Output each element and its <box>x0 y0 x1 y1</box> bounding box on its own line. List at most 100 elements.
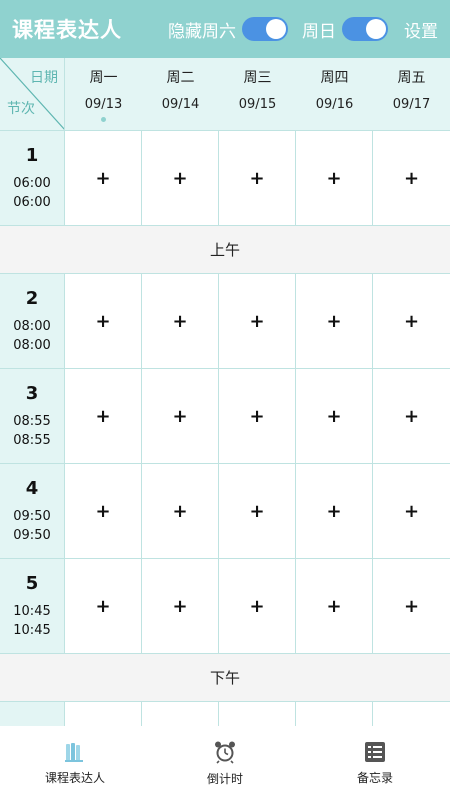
app-title: 课程表达人 <box>12 18 122 42</box>
add-icon: + <box>95 310 111 332</box>
add-course-cell[interactable]: + <box>219 131 296 225</box>
today-indicator <box>101 117 106 122</box>
add-icon: + <box>403 405 420 427</box>
add-course-cell[interactable]: + <box>373 464 450 558</box>
settings-button[interactable]: 设置 <box>404 17 438 42</box>
day-header-wed: 周三 09/15 <box>219 58 296 130</box>
nav-label: 课程表达人 <box>44 770 105 785</box>
period-row-5: 5 10:45 10:45 + + + + + <box>0 559 450 654</box>
section-afternoon: 下午 <box>0 654 450 702</box>
toggle-knob <box>266 19 286 39</box>
day-name: 周二 <box>166 70 195 86</box>
period-row-6: 6 + + + + + <box>0 702 450 726</box>
add-course-cell[interactable]: + <box>373 131 450 225</box>
period-number: 4 <box>25 477 39 499</box>
add-icon: + <box>326 405 342 427</box>
corner-header: 日期 节次 <box>0 58 65 130</box>
add-course-cell[interactable]: + <box>65 559 142 653</box>
add-icon: + <box>326 310 342 332</box>
add-course-cell[interactable]: + <box>142 131 219 225</box>
nav-timetable[interactable]: 课程表达人 <box>15 741 135 786</box>
add-course-cell[interactable]: + <box>296 369 373 463</box>
timetable-grid: 日期 节次 周一 09/13 周二 09/14 周三 09/15 周四 09/1… <box>0 58 450 726</box>
add-icon: + <box>172 500 188 522</box>
day-header-mon: 周一 09/13 <box>65 58 142 130</box>
period-number: 2 <box>25 287 39 309</box>
add-icon: + <box>172 310 188 332</box>
period-row-2: 2 08:00 08:00 + + + + + <box>0 274 450 369</box>
memo-list-icon <box>365 741 385 762</box>
hide-saturday-toggle[interactable] <box>242 17 288 41</box>
add-course-cell[interactable]: + <box>65 274 142 368</box>
add-course-cell[interactable]: + <box>296 464 373 558</box>
add-course-cell[interactable]: + <box>219 559 296 653</box>
add-course-cell[interactable]: + <box>296 702 373 726</box>
add-course-cell[interactable]: + <box>373 702 450 726</box>
top-app-bar: 课程表达人 隐藏周六 周日 设置 <box>0 0 450 58</box>
add-icon: + <box>249 310 265 332</box>
add-icon: + <box>326 595 342 617</box>
add-icon: + <box>172 405 188 427</box>
add-course-cell[interactable]: + <box>142 464 219 558</box>
books-icon <box>65 742 83 762</box>
add-icon: + <box>249 405 265 427</box>
period-end-time: 09:50 <box>13 527 51 543</box>
sunday-toggle[interactable] <box>342 17 388 41</box>
period-label-cell: 6 <box>0 702 65 726</box>
add-icon: + <box>403 595 420 617</box>
period-end-time: 10:45 <box>13 622 51 638</box>
add-icon: + <box>95 405 111 427</box>
add-course-cell[interactable]: + <box>142 274 219 368</box>
add-icon: + <box>249 500 265 522</box>
period-label-cell: 3 08:55 08:55 <box>0 369 65 463</box>
period-end-time: 06:00 <box>13 194 51 210</box>
day-date: 09/13 <box>84 97 123 112</box>
day-header-thu: 周四 09/16 <box>296 58 373 130</box>
add-course-cell[interactable]: + <box>373 369 450 463</box>
add-course-cell[interactable]: + <box>219 369 296 463</box>
add-course-cell[interactable]: + <box>219 464 296 558</box>
nav-memo[interactable]: 备忘录 <box>315 741 435 786</box>
add-icon: + <box>249 167 265 189</box>
day-name: 周三 <box>243 70 272 86</box>
add-icon: + <box>403 500 420 522</box>
add-course-cell[interactable]: + <box>65 131 142 225</box>
add-icon: + <box>95 500 111 522</box>
add-course-cell[interactable]: + <box>142 702 219 726</box>
add-course-cell[interactable]: + <box>65 369 142 463</box>
add-course-cell[interactable]: + <box>296 131 373 225</box>
period-label-cell: 4 09:50 09:50 <box>0 464 65 558</box>
bottom-navigation: 课程表达人 倒计时 备忘录 <box>0 726 450 800</box>
add-icon: + <box>326 167 342 189</box>
period-axis-label: 节次 <box>7 101 35 117</box>
add-course-cell[interactable]: + <box>142 369 219 463</box>
day-name: 周一 <box>89 70 118 86</box>
add-course-cell[interactable]: + <box>142 559 219 653</box>
period-start-time: 06:00 <box>13 175 51 191</box>
add-course-cell[interactable]: + <box>65 702 142 726</box>
add-course-cell[interactable]: + <box>219 702 296 726</box>
period-label-cell: 1 06:00 06:00 <box>0 131 65 225</box>
add-course-cell[interactable]: + <box>373 559 450 653</box>
add-course-cell[interactable]: + <box>219 274 296 368</box>
day-date: 09/15 <box>238 97 277 112</box>
period-number: 5 <box>25 572 39 594</box>
period-start-time: 09:50 <box>13 508 51 524</box>
period-start-time: 08:00 <box>13 318 51 334</box>
nav-countdown[interactable]: 倒计时 <box>165 740 285 787</box>
day-name: 周四 <box>320 70 349 86</box>
add-course-cell[interactable]: + <box>296 559 373 653</box>
hide-saturday-label: 隐藏周六 <box>168 21 236 42</box>
add-course-cell[interactable]: + <box>373 274 450 368</box>
period-row-4: 4 09:50 09:50 + + + + + <box>0 464 450 559</box>
period-number: 3 <box>25 382 39 404</box>
add-icon: + <box>249 595 265 617</box>
period-row-1: 1 06:00 06:00 + + + + + <box>0 131 450 226</box>
date-axis-label: 日期 <box>30 70 58 86</box>
day-name: 周五 <box>397 70 426 86</box>
add-icon: + <box>172 167 188 189</box>
day-header-tue: 周二 09/14 <box>142 58 219 130</box>
add-course-cell[interactable]: + <box>296 274 373 368</box>
add-course-cell[interactable]: + <box>65 464 142 558</box>
nav-label: 备忘录 <box>356 770 393 785</box>
